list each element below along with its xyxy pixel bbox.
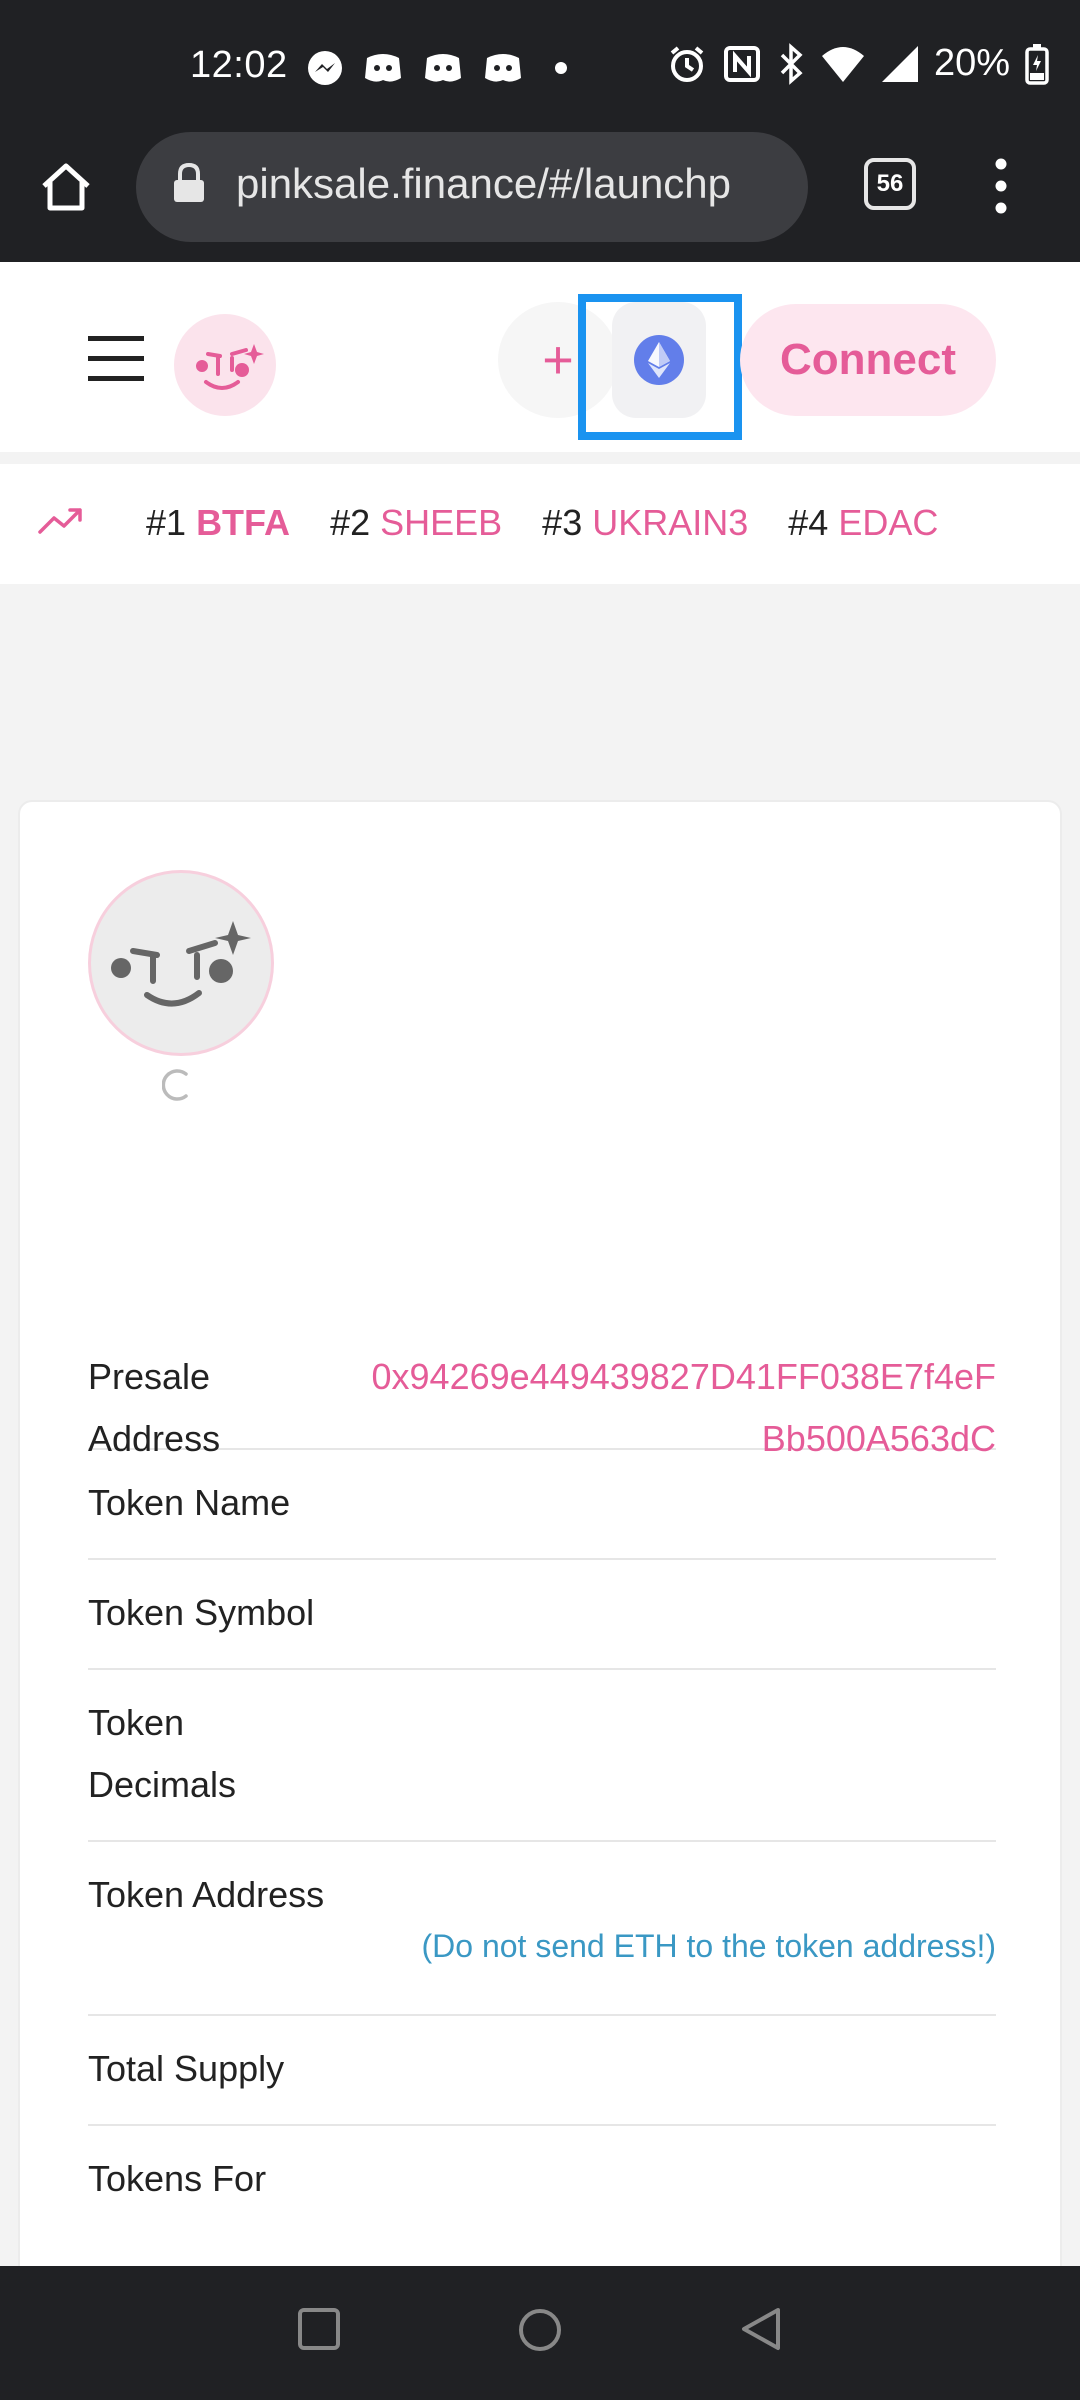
total-supply-row: Total Supply [88, 2016, 996, 2126]
tokens-for-row: Tokens For [88, 2126, 996, 2236]
token-name-row: Token Name [88, 1450, 996, 1560]
back-icon[interactable] [738, 2306, 784, 2352]
discord-icon [365, 54, 401, 82]
wifi-icon [821, 46, 864, 82]
status-bar: 12:02 20% [0, 0, 1080, 130]
presale-card: Presale Address 0x94269e449439827D41FF03… [18, 800, 1062, 2280]
status-time: 12:02 [190, 44, 288, 86]
trending-item[interactable]: #4 EDAC [788, 502, 938, 544]
site-header: + Connect [0, 262, 1080, 458]
url-text[interactable]: pinksale.finance/#/launchp [236, 160, 792, 216]
presale-details: Presale Address 0x94269e449439827D41FF03… [88, 1342, 996, 2236]
token-symbol-row: Token Symbol [88, 1560, 996, 1670]
token-name-label: Token Name [88, 1482, 291, 1523]
trending-symbol: SHEEB [380, 502, 503, 543]
trending-item[interactable]: #3 UKRAIN3 [542, 502, 748, 544]
token-decimals-row: Token Decimals [88, 1670, 996, 1842]
trending-bar: #1 BTFA #2 SHEEB #3 UKRAIN3 #4 EDAC [0, 464, 1080, 584]
recents-icon[interactable] [296, 2306, 342, 2352]
home-icon[interactable] [38, 158, 94, 214]
presale-address-row: Presale Address 0x94269e449439827D41FF03… [88, 1342, 996, 1459]
trending-symbol: UKRAIN3 [592, 502, 749, 543]
battery-percent: 20% [933, 42, 1010, 84]
token-address-label: Token Address [88, 1874, 325, 1915]
discord-icon [485, 54, 521, 82]
battery-icon [1025, 43, 1049, 85]
token-symbol-label: Token Symbol [88, 1592, 315, 1633]
total-supply-label: Total Supply [88, 2048, 285, 2089]
lock-icon [174, 162, 204, 202]
token-decimals-label: Token Decimals [88, 1702, 237, 1805]
loading-spinner-icon [162, 1069, 188, 1101]
trending-item[interactable]: #2 SHEEB [330, 502, 502, 544]
trending-symbol: EDAC [838, 502, 939, 543]
smiley-logo-icon [196, 344, 264, 390]
system-icons: 20% [666, 42, 1050, 85]
notification-icons [305, 48, 581, 88]
token-avatar [88, 870, 274, 1056]
tab-switcher-button[interactable]: 56 [864, 158, 916, 210]
browser-toolbar: pinksale.finance/#/launchp 56 [0, 130, 1080, 262]
token-address-row: Token Address (Do not send ETH to the to… [88, 1842, 996, 2016]
trending-symbol: BTFA [196, 502, 291, 543]
pinksale-logo[interactable] [174, 314, 276, 416]
signal-icon [881, 45, 918, 82]
alarm-icon [670, 45, 704, 82]
trending-up-icon [38, 508, 82, 534]
dot-icon [555, 62, 567, 74]
discord-icon [425, 54, 461, 82]
nfc-icon [723, 45, 760, 82]
system-nav-bar [0, 2266, 1080, 2400]
messenger-icon [308, 51, 342, 85]
more-menu-icon[interactable] [984, 156, 1018, 216]
home-nav-icon[interactable] [516, 2306, 564, 2354]
connect-wallet-button[interactable]: Connect [740, 304, 996, 416]
smiley-placeholder-icon [111, 921, 251, 1007]
token-address-warning: (Do not send ETH to the token address!) [421, 1928, 996, 1964]
trending-list: #1 BTFA #2 SHEEB #3 UKRAIN3 #4 EDAC [146, 502, 978, 544]
tokens-for-label: Tokens For [88, 2158, 267, 2199]
bluetooth-icon [780, 42, 803, 85]
hamburger-menu-icon[interactable] [88, 334, 144, 384]
highlight-box [578, 294, 742, 440]
trending-item[interactable]: #1 BTFA [146, 502, 290, 544]
